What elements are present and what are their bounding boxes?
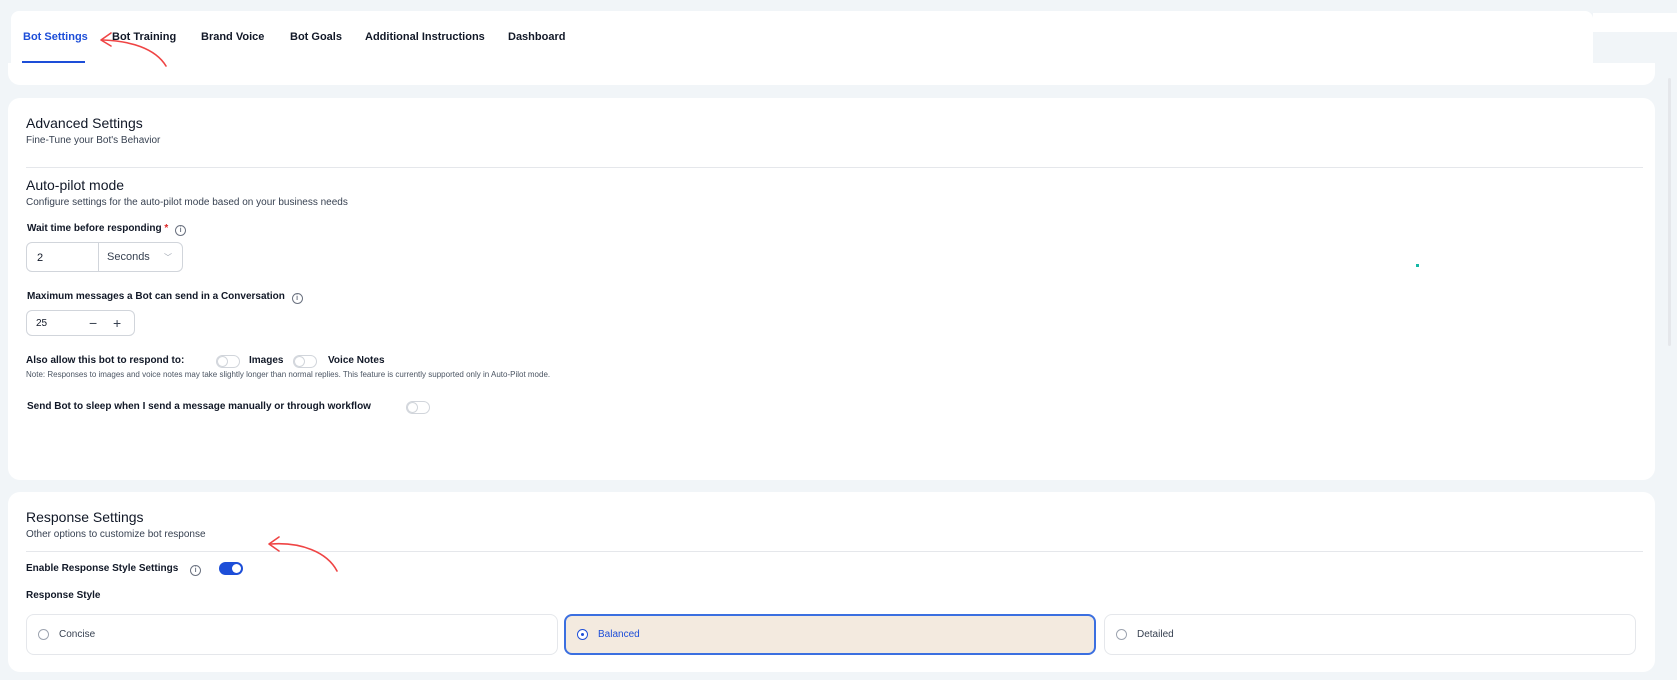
sleep-label: Send Bot to sleep when I send a message … <box>27 401 371 412</box>
increment-button[interactable]: + <box>113 314 121 332</box>
sleep-toggle[interactable] <box>406 401 430 414</box>
page-scrollbar[interactable] <box>1668 78 1671 346</box>
detailed-label: Detailed <box>1137 629 1174 640</box>
response-settings-card: Response Settings Other options to custo… <box>8 492 1655 672</box>
tab-bot-settings[interactable]: Bot Settings <box>23 30 88 44</box>
tab-bar: Bot Settings Bot Training Brand Voice Bo… <box>11 11 1593 63</box>
concise-label: Concise <box>59 629 96 640</box>
tab-dashboard[interactable]: Dashboard <box>508 30 565 44</box>
tab-bot-goals[interactable]: Bot Goals <box>290 30 342 44</box>
autopilot-subtitle: Configure settings for the auto-pilot mo… <box>26 197 348 208</box>
advanced-settings-subtitle: Fine-Tune your Bot's Behavior <box>26 135 161 146</box>
wait-time-label: Wait time before responding * i <box>27 222 187 236</box>
response-style-detailed[interactable]: Detailed <box>1104 614 1636 655</box>
info-icon[interactable]: i <box>175 225 187 236</box>
red-arrow-annotation-icon <box>268 536 338 572</box>
enable-response-style-toggle[interactable] <box>219 562 243 575</box>
advanced-settings-card: Advanced Settings Fine-Tune your Bot's B… <box>8 98 1655 480</box>
radio-button[interactable] <box>38 629 49 640</box>
images-toggle[interactable] <box>216 355 240 368</box>
response-style-concise[interactable]: Concise <box>26 614 558 655</box>
enable-response-style-label: Enable Response Style Settings i <box>26 562 202 576</box>
max-messages-stepper[interactable]: 25 − + <box>26 310 135 336</box>
required-mark: * <box>164 223 169 234</box>
response-style-label: Response Style <box>26 590 101 601</box>
chevron-down-icon: ﹀ <box>164 253 172 262</box>
enable-response-style-label-text: Enable Response Style Settings <box>26 563 179 574</box>
response-style-balanced[interactable]: Balanced <box>564 614 1096 655</box>
previous-card-bottom <box>8 63 1655 85</box>
decrement-button[interactable]: − <box>89 314 97 332</box>
voice-notes-toggle[interactable] <box>293 355 317 368</box>
section-divider <box>26 167 1643 168</box>
wait-time-input[interactable]: 2 <box>27 243 99 271</box>
voice-notes-label: Voice Notes <box>328 355 385 366</box>
info-icon[interactable]: i <box>291 293 303 304</box>
wait-time-label-text: Wait time before responding <box>27 223 162 234</box>
autopilot-title: Auto-pilot mode <box>26 177 125 193</box>
max-messages-label-text: Maximum messages a Bot can send in a Con… <box>27 291 285 302</box>
tab-brand-voice[interactable]: Brand Voice <box>201 30 264 44</box>
balanced-label: Balanced <box>598 629 640 640</box>
response-settings-title: Response Settings <box>26 509 144 525</box>
red-arrow-annotation-icon <box>100 32 167 67</box>
tab-additional-instructions[interactable]: Additional Instructions <box>365 30 485 44</box>
status-dot <box>1416 264 1419 267</box>
wait-unit-select[interactable]: Seconds ﹀ <box>99 243 182 271</box>
respond-to-label: Also allow this bot to respond to: <box>26 355 185 366</box>
wait-unit-value: Seconds <box>107 251 150 263</box>
max-messages-value[interactable]: 25 <box>36 318 47 329</box>
radio-button[interactable] <box>577 629 588 640</box>
response-settings-subtitle: Other options to customize bot response <box>26 529 206 540</box>
respond-note: Note: Responses to images and voice note… <box>26 370 551 379</box>
radio-button[interactable] <box>1116 629 1127 640</box>
info-icon[interactable]: i <box>190 565 202 576</box>
wait-time-field: 2 Seconds ﹀ <box>26 242 183 272</box>
header-right-area <box>1593 13 1677 32</box>
max-messages-label: Maximum messages a Bot can send in a Con… <box>27 290 303 304</box>
advanced-settings-title: Advanced Settings <box>26 115 143 131</box>
images-label: Images <box>249 355 284 366</box>
